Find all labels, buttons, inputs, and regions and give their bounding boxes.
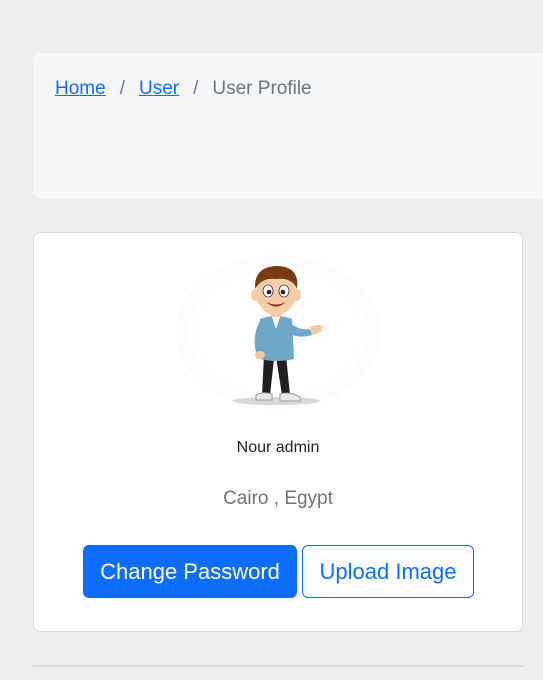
profile-card: Nour admin Cairo , Egypt Change Password… — [33, 232, 523, 632]
breadcrumb-separator: / — [193, 78, 199, 99]
profile-location: Cairo , Egypt — [223, 488, 333, 509]
upload-image-button[interactable]: Upload Image — [302, 545, 474, 598]
change-password-button[interactable]: Change Password — [83, 545, 297, 598]
breadcrumb-user-link[interactable]: User — [139, 77, 179, 101]
breadcrumb-panel: Home / User / User Profile — [33, 53, 543, 199]
breadcrumb-home-link[interactable]: Home — [55, 77, 106, 101]
divider — [33, 665, 523, 667]
profile-name: Nour admin — [236, 439, 320, 456]
avatar — [176, 255, 380, 409]
breadcrumb-separator: / — [119, 78, 125, 99]
breadcrumb-current-page: User Profile — [212, 78, 312, 99]
breadcrumb: Home / User / User Profile — [55, 77, 541, 101]
cartoon-man-avatar-icon — [232, 266, 324, 405]
